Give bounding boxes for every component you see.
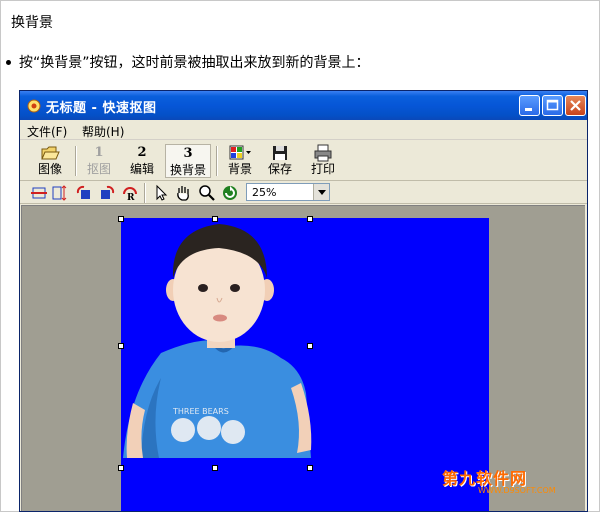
menu-bar: 文件(F) 帮助(H) [20,120,587,140]
background-palette-icon [229,145,251,160]
svg-text:R: R [127,193,135,202]
reset-icon[interactable]: R [121,184,139,202]
pointer-arrow-icon[interactable] [152,184,170,202]
selection-handle[interactable] [118,343,124,349]
selection-handle[interactable] [307,465,313,471]
step1-cutout-button[interactable]: 1 抠图 [80,144,118,178]
step1-label: 抠图 [86,162,111,176]
toolbar-separator [75,146,77,176]
toolbar-separator [216,146,218,176]
rotate-right-icon[interactable] [98,184,116,202]
app-window: 无标题 - 快速抠图 文件(F) 帮助(H) 图像 1 抠图 2 编辑 3 换背… [19,90,588,512]
rotate-left-icon[interactable] [75,184,93,202]
maximize-icon [546,99,559,111]
page-title: 换背景 [11,15,53,31]
app-icon [27,99,41,113]
background-label: 背景 [227,162,252,176]
zoom-magnifier-icon[interactable] [198,184,216,202]
save-button[interactable]: 保存 [262,144,298,178]
close-icon [570,100,581,111]
printer-icon [314,144,332,162]
open-image-button[interactable]: 图像 [28,144,72,178]
toolbar-separator [144,183,146,203]
selection-handle[interactable] [212,216,218,222]
maximize-button[interactable] [542,95,563,116]
main-toolbar: 图像 1 抠图 2 编辑 3 换背景 背景 保存 打印 [20,141,587,181]
instruction-text: 按“换背景”按钮，这时前景被抽取出来放到新的背景上： [19,55,370,71]
print-label: 打印 [310,162,335,176]
child-photo: THREE BEARS [123,224,312,458]
save-label: 保存 [267,162,292,176]
fit-height-icon[interactable] [50,184,68,202]
hand-pan-icon[interactable] [174,184,192,202]
step2-number: 2 [137,145,147,160]
step1-number: 1 [94,145,104,160]
zoom-dropdown-button[interactable] [313,184,329,200]
menu-help[interactable]: 帮助(H) [82,123,124,140]
background-button[interactable]: 背景 [222,144,258,178]
step2-edit-button[interactable]: 2 编辑 [123,144,161,178]
minimize-icon [525,108,532,111]
selection-handle[interactable] [118,465,124,471]
refresh-icon[interactable] [221,184,239,202]
floppy-disk-icon [273,146,287,160]
fit-width-icon[interactable] [30,184,48,202]
close-button[interactable] [565,95,586,116]
watermark-url: WWW.D9SOFT.COM [478,486,556,495]
image-canvas[interactable]: THREE BEARS [121,218,489,511]
title-bar[interactable]: 无标题 - 快速抠图 [20,91,587,120]
selection-handle[interactable] [118,216,124,222]
window-title: 无标题 - 快速抠图 [46,101,157,116]
selection-handle[interactable] [212,465,218,471]
instruction-item: 按“换背景”按钮，这时前景被抽取出来放到新的背景上： [6,52,370,72]
step3-label: 换背景 [169,163,206,177]
bullet-icon [6,59,11,65]
zoom-dropdown[interactable]: 25% [246,183,330,201]
menu-file[interactable]: 文件(F) [27,123,67,140]
step2-label: 编辑 [129,162,154,176]
chevron-down-icon [318,190,326,195]
edit-toolbar: R 25% [20,182,587,204]
open-image-label: 图像 [37,162,62,176]
folder-open-icon [41,146,60,160]
print-button[interactable]: 打印 [305,144,341,178]
minimize-button[interactable] [519,95,540,116]
step3-change-background-button[interactable]: 3 换背景 [165,144,211,178]
zoom-value: 25% [252,186,277,199]
shirt-print-text: THREE BEARS [172,407,229,416]
selection-handle[interactable] [307,343,313,349]
selection-handle[interactable] [307,216,313,222]
step3-number: 3 [183,146,193,161]
